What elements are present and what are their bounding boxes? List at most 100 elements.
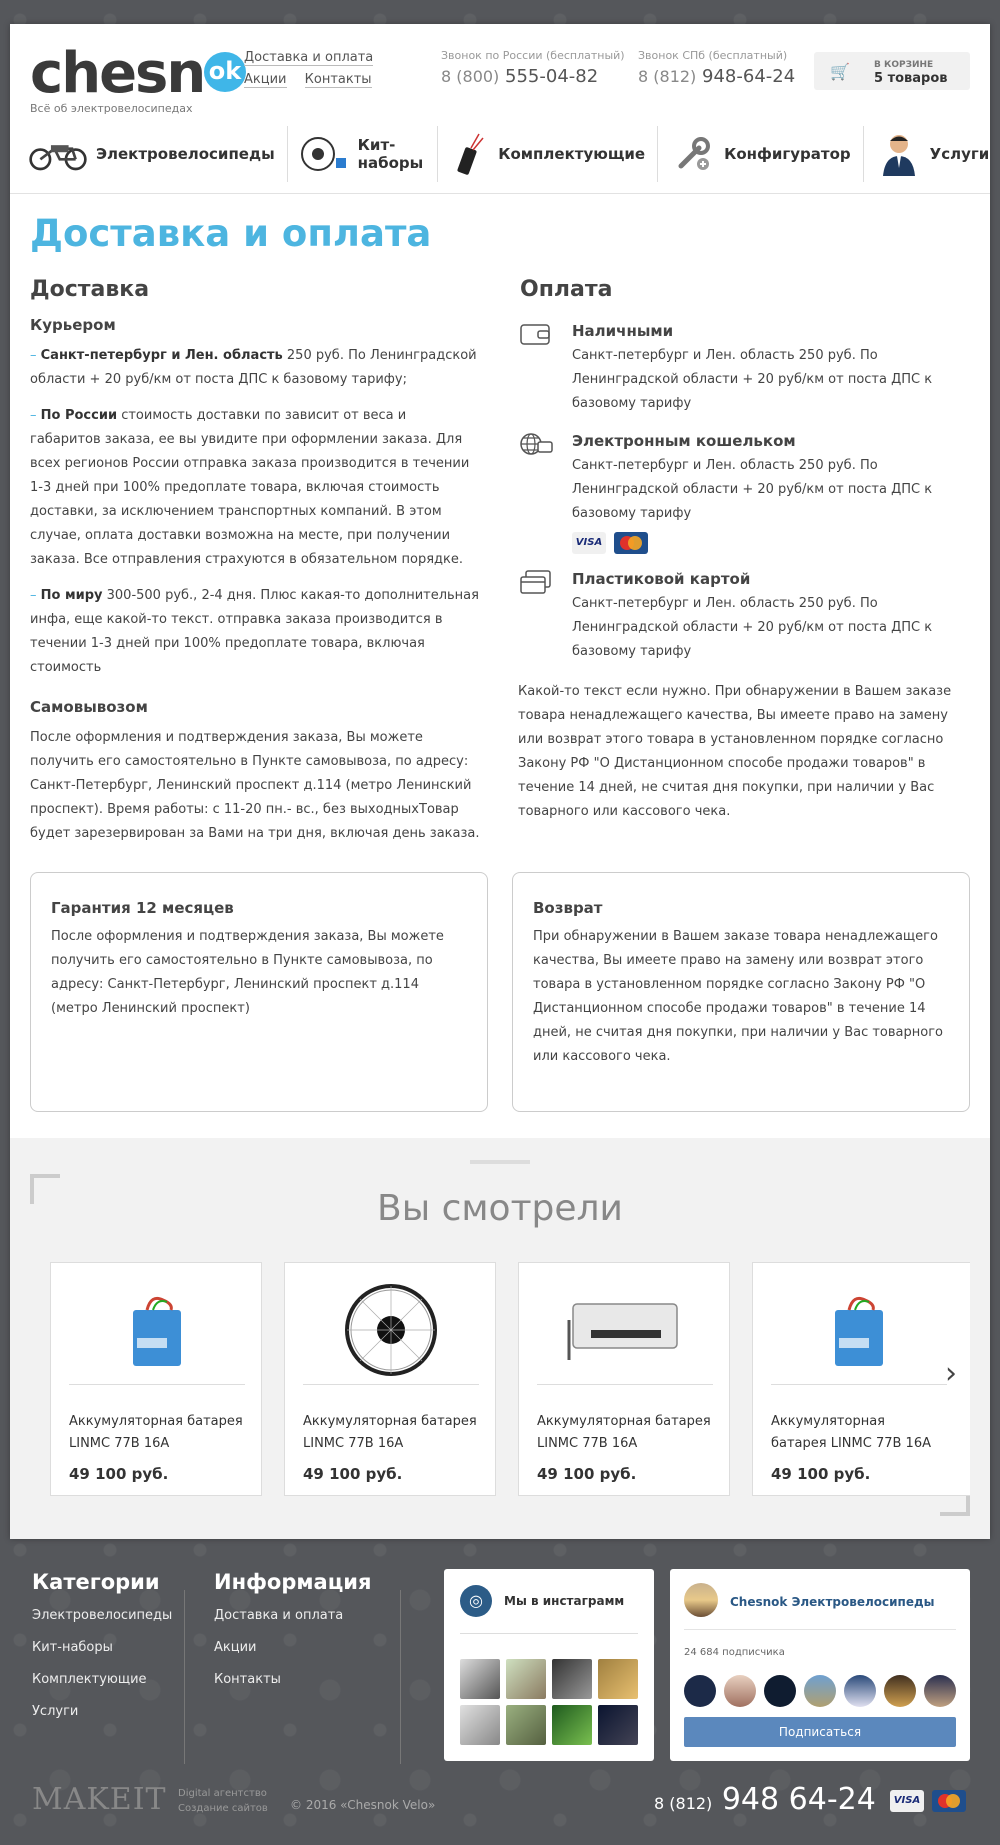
- delivery-heading: Доставка: [30, 277, 150, 302]
- vk-avatar[interactable]: [684, 1583, 718, 1617]
- nav-item-configurator[interactable]: Конфигуратор: [670, 126, 864, 182]
- footer-phone[interactable]: 8 (812) 948 64-24: [654, 1782, 876, 1817]
- product-name[interactable]: Аккумуляторная батарея LINMC 77В 16А: [771, 1411, 931, 1455]
- recently-viewed-title: Вы смотрели: [377, 1188, 623, 1229]
- product-image[interactable]: [537, 1275, 713, 1385]
- vk-member-avatar[interactable]: [804, 1675, 836, 1707]
- cart-button[interactable]: 🛒 В КОРЗИНЕ 5 товаров: [814, 52, 970, 90]
- payment-ewallet-title: Электронным кошельком: [572, 432, 796, 450]
- cart-caption: В КОРЗИНЕ: [874, 60, 934, 70]
- nav-label-services: Услуги: [929, 145, 990, 163]
- vk-member-avatar[interactable]: [764, 1675, 796, 1707]
- top-link-promo[interactable]: Акции: [244, 72, 287, 88]
- vk-divider: [684, 1629, 956, 1630]
- footer-card-logos: VISA: [890, 1790, 966, 1812]
- product-card[interactable]: Аккумуляторная батарея LINMC 77В 16А 49 …: [518, 1262, 730, 1496]
- guarantee-text: После оформления и подтверждения заказа,…: [51, 929, 444, 1016]
- instagram-thumb[interactable]: [506, 1659, 546, 1699]
- return-box: Возврат При обнаружении в Вашем заказе т…: [512, 872, 970, 1112]
- footer-link-services[interactable]: Услуги: [32, 1704, 172, 1719]
- page-sheet: chesn ok Всё об электровелосипедах Доста…: [10, 24, 990, 1539]
- cart-icon: 🛒: [830, 62, 850, 81]
- product-image[interactable]: [303, 1275, 479, 1385]
- makeit-logo[interactable]: MAKEIT: [32, 1782, 167, 1817]
- nav-item-ebikes[interactable]: Электровелосипеды: [28, 126, 288, 182]
- mastercard-icon: [614, 532, 648, 554]
- vk-member-avatar[interactable]: [684, 1675, 716, 1707]
- wrench-icon: [670, 132, 716, 176]
- vk-member-avatar[interactable]: [924, 1675, 956, 1707]
- instagram-thumb[interactable]: [552, 1659, 592, 1699]
- courier-spb-text: – Санкт-петербург и Лен. область 250 руб…: [30, 348, 477, 387]
- payment-card-text: Санкт-петербург и Лен. область 250 руб. …: [572, 596, 933, 659]
- phone-russia-number[interactable]: 8 (800) 555-04-82: [441, 66, 625, 87]
- footer-link-promo[interactable]: Акции: [214, 1640, 343, 1655]
- logo-word: chesn: [30, 41, 206, 106]
- delivery-column: Доставка Курьером – Санкт-петербург и Ле…: [30, 277, 480, 858]
- footer-link-parts[interactable]: Комплектующие: [32, 1672, 172, 1687]
- phone-spb: Звонок СПб (бесплатный) 8 (812) 948-64-2…: [638, 49, 795, 87]
- instagram-icon[interactable]: ◎: [460, 1585, 492, 1617]
- vk-member-avatar[interactable]: [844, 1675, 876, 1707]
- product-name[interactable]: Аккумуляторная батарея LINMC 77В 16А: [537, 1411, 717, 1455]
- payment-cash-title: Наличными: [572, 322, 674, 340]
- logo[interactable]: chesn ok Всё об электровелосипедах: [30, 41, 246, 115]
- product-name[interactable]: Аккумуляторная батарея LINMC 77В 16А: [69, 1411, 249, 1455]
- vk-subscribe-button[interactable]: Подписаться: [684, 1717, 956, 1747]
- controller-icon: [567, 1302, 678, 1360]
- footer-link-contacts[interactable]: Контакты: [214, 1672, 343, 1687]
- product-card[interactable]: Аккумуляторная батарея LINMC 77В 16А 49 …: [752, 1262, 970, 1496]
- footer-link-ebikes[interactable]: Электровелосипеды: [32, 1608, 172, 1623]
- nav-item-kits[interactable]: Кит-наборы: [300, 126, 439, 182]
- instagram-thumb[interactable]: [598, 1705, 638, 1745]
- kit-icon: [300, 132, 350, 176]
- payment-ewallet: Электронным кошельком Санкт-петербург и …: [520, 432, 970, 554]
- nav-divider: [10, 193, 990, 194]
- instagram-title[interactable]: Мы в инстаграмм: [504, 1594, 624, 1608]
- main-nav: Электровелосипеды Кит-наборы Комплектующ…: [28, 126, 989, 182]
- instagram-thumb[interactable]: [552, 1705, 592, 1745]
- footer-categories-list: Электровелосипеды Кит-наборы Комплектующ…: [32, 1608, 172, 1736]
- payment-note: Какой-то текст если нужно. При обнаружен…: [518, 684, 952, 819]
- payment-cash-text: Санкт-петербург и Лен. область 250 руб. …: [572, 348, 933, 411]
- phone-spb-number[interactable]: 8 (812) 948-64-24: [638, 66, 795, 87]
- product-image[interactable]: [771, 1275, 947, 1385]
- footer-link-kits[interactable]: Кит-наборы: [32, 1640, 172, 1655]
- nav-label-parts: Комплектующие: [498, 145, 646, 163]
- parts-icon: [450, 132, 490, 176]
- nav-item-parts[interactable]: Комплектующие: [450, 126, 659, 182]
- copyright: © 2016 «Chesnok Velo»: [290, 1798, 436, 1812]
- product-name[interactable]: Аккумуляторная батарея LINMC 77В 16А: [303, 1411, 483, 1455]
- recently-viewed: Вы смотрели Аккумуляторная батарея LINMC…: [10, 1138, 990, 1539]
- courier-world-text: – По миру 300-500 руб., 2-4 дня. Плюс ка…: [30, 588, 479, 675]
- product-card[interactable]: Аккумуляторная батарея LINMC 77В 16А 49 …: [284, 1262, 496, 1496]
- product-image[interactable]: [69, 1275, 245, 1385]
- product-price: 49 100 руб.: [69, 1465, 169, 1483]
- instagram-thumb[interactable]: [460, 1705, 500, 1745]
- courier-heading: Курьером: [30, 316, 116, 334]
- credit-card-icon: [520, 570, 554, 596]
- visa-icon: VISA: [890, 1790, 924, 1812]
- chevron-right-icon[interactable]: ›: [945, 1356, 957, 1391]
- instagram-thumb[interactable]: [460, 1659, 500, 1699]
- footer-categories-heading: Категории: [32, 1570, 160, 1594]
- vk-member-avatar[interactable]: [884, 1675, 916, 1707]
- cart-count: 5 товаров: [874, 71, 948, 86]
- top-link-delivery[interactable]: Доставка и оплата: [244, 50, 374, 66]
- payment-card-title: Пластиковой картой: [572, 570, 751, 588]
- footer-divider: [400, 1590, 401, 1764]
- vk-member-avatar[interactable]: [724, 1675, 756, 1707]
- top-link-contacts[interactable]: Контакты: [304, 72, 372, 88]
- instagram-thumb[interactable]: [598, 1659, 638, 1699]
- footer-divider: [184, 1590, 185, 1764]
- wheel-icon: [345, 1283, 437, 1376]
- product-card[interactable]: Аккумуляторная батарея LINMC 77В 16А 49 …: [50, 1262, 262, 1496]
- return-title: Возврат: [533, 899, 603, 917]
- vk-group-name[interactable]: Chesnok Электровелосипеды: [730, 1595, 935, 1609]
- footer-link-delivery[interactable]: Доставка и оплата: [214, 1608, 343, 1623]
- globe-icon: [520, 432, 554, 458]
- instagram-thumb[interactable]: [506, 1705, 546, 1745]
- nav-item-services[interactable]: Услуги: [876, 126, 1000, 182]
- footer-info-list: Доставка и оплата Акции Контакты: [214, 1608, 343, 1704]
- return-text: При обнаружении в Вашем заказе товара не…: [533, 929, 944, 1064]
